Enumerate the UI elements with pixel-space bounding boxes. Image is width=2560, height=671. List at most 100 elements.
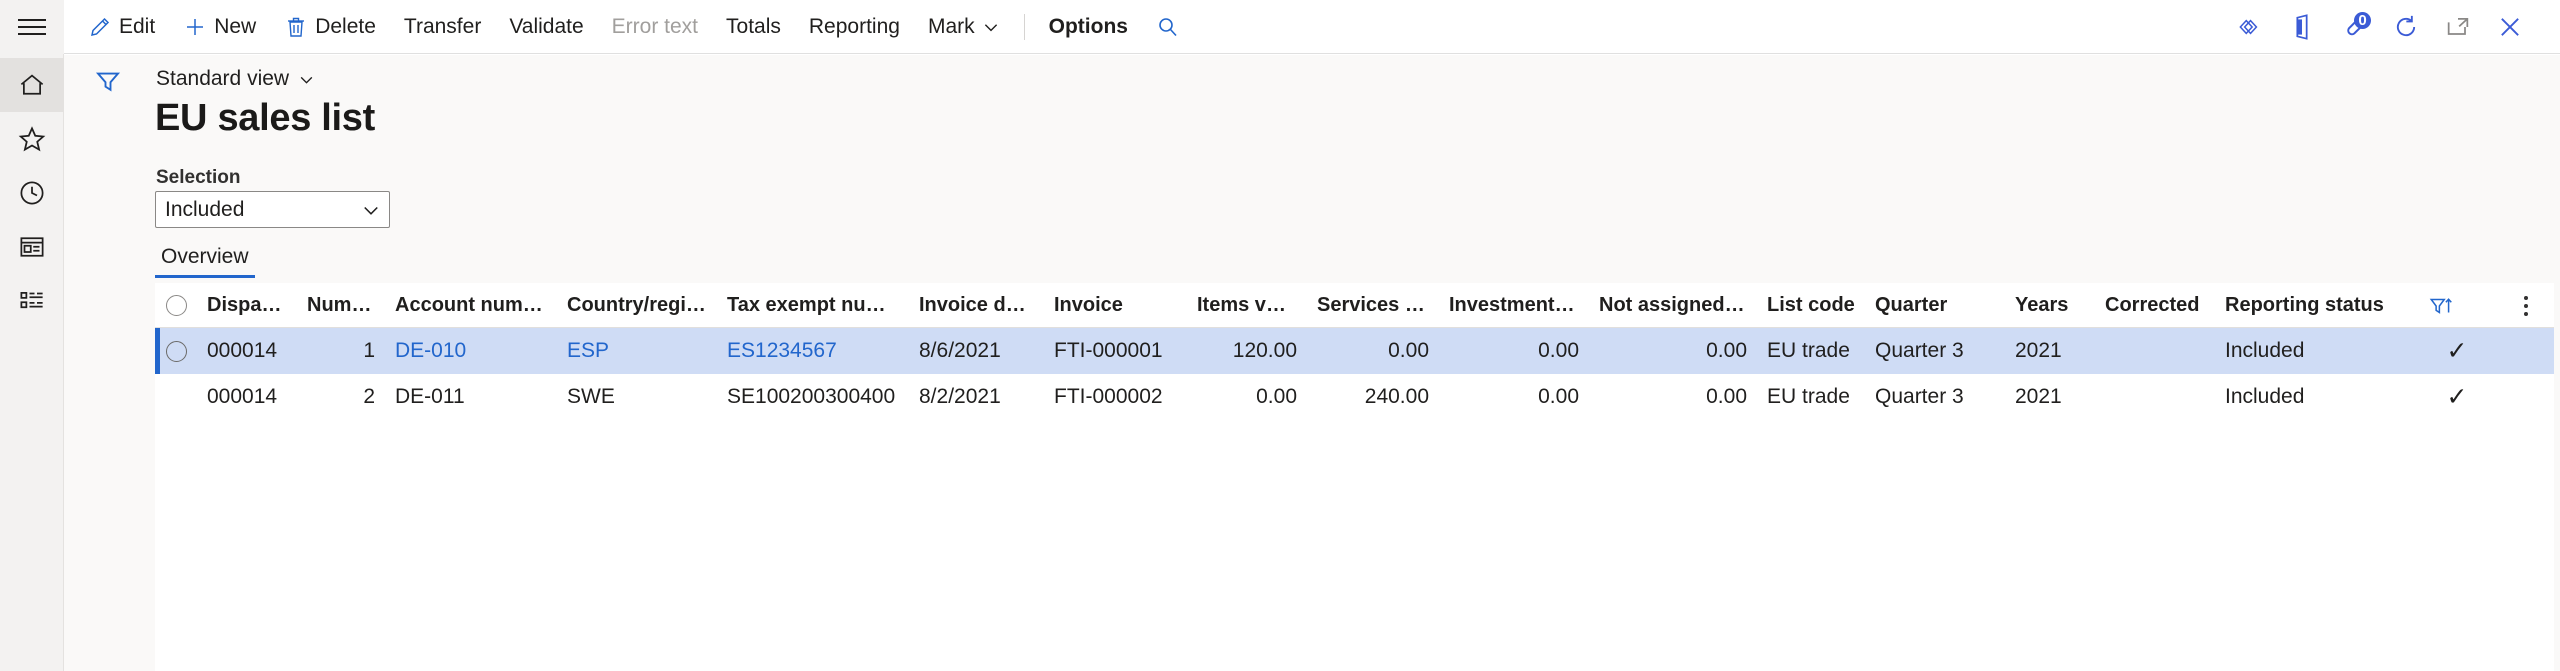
- plus-icon: [187, 18, 204, 35]
- column-header-label: Account number: [395, 294, 554, 316]
- column-header-country-region[interactable]: Country/region: [557, 294, 717, 317]
- popout-button[interactable]: [2434, 0, 2482, 54]
- column-header-label: Number: [307, 294, 383, 316]
- column-header-label: Services value: [1317, 294, 1439, 316]
- column-header-services-value[interactable]: Services value: [1307, 294, 1439, 317]
- rail-item-workspaces[interactable]: [0, 220, 64, 274]
- column-header-not-assigned-value[interactable]: Not assigned value: [1589, 294, 1757, 317]
- attachments-icon: 0: [2339, 11, 2371, 42]
- recent-icon: [20, 181, 43, 205]
- command-label: Transfer: [403, 14, 482, 38]
- cell-years: 2021: [2015, 385, 2062, 408]
- column-header-corrected[interactable]: Corrected: [2095, 294, 2215, 317]
- command-reporting[interactable]: Reporting: [795, 0, 914, 54]
- data-grid: Dispatch Number Account number Country/regi…: [155, 283, 2554, 671]
- grid-filter-sort-button[interactable]: [2428, 284, 2454, 328]
- column-header-reporting-status[interactable]: Reporting status: [2215, 294, 2402, 317]
- table-row[interactable]: 000014 2 DE-011 SWE SE100200300400 8/2/2021 FT…: [155, 374, 2554, 420]
- attachments-button[interactable]: 0: [2330, 0, 2378, 54]
- command-transfer[interactable]: Transfer: [390, 0, 495, 54]
- column-header-label: Invoice: [1054, 294, 1123, 316]
- rail-item-favorites[interactable]: [0, 112, 64, 166]
- command-bar: Edit New Delete Transfer Validate Error text T…: [0, 0, 2560, 54]
- command-delete[interactable]: Delete: [270, 0, 390, 54]
- pencil-icon: [91, 17, 110, 36]
- diamond-link-icon: [2239, 18, 2258, 35]
- tab-overview[interactable]: Overview: [155, 245, 255, 278]
- rail-item-modules[interactable]: [0, 274, 64, 328]
- column-header-dispatch[interactable]: Dispatch: [197, 294, 297, 317]
- column-header-label: Reporting status: [2225, 294, 2384, 316]
- search-button[interactable]: [1142, 0, 1194, 54]
- filter-icon: [95, 72, 121, 92]
- office-app-icon-button[interactable]: [2278, 0, 2326, 54]
- check-icon: ✓: [2446, 382, 2468, 411]
- cell-dispatch: 000014: [207, 339, 278, 362]
- row-select-cell[interactable]: [155, 340, 197, 362]
- nav-menu-button[interactable]: [0, 0, 64, 54]
- grid-scroll-area[interactable]: Dispatch Number Account number Country/regi…: [155, 284, 2554, 671]
- cell-tax-exempt-number: SE100200300400: [727, 385, 896, 408]
- command-options[interactable]: Options: [1035, 0, 1142, 54]
- filter-sort-icon: [2429, 298, 2452, 314]
- cell-account-number: DE-011: [395, 385, 465, 408]
- command-new[interactable]: New: [169, 0, 270, 54]
- cell-list-code: EU trade: [1767, 385, 1850, 408]
- filter-pane: [64, 55, 152, 671]
- close-button[interactable]: [2486, 0, 2534, 54]
- command-validate[interactable]: Validate: [495, 0, 597, 54]
- refresh-button[interactable]: [2382, 0, 2430, 54]
- column-header-label: Investment value: [1449, 294, 1589, 316]
- home-icon: [20, 74, 43, 95]
- command-label: Reporting: [808, 14, 900, 38]
- cell-not-assigned-value: 0.00: [1706, 339, 1747, 362]
- row-status-check: ✓: [2402, 382, 2512, 411]
- rail-item-recent[interactable]: [0, 166, 64, 220]
- view-selector-label: Standard view: [156, 67, 290, 90]
- cell-investment-value: 0.00: [1538, 385, 1579, 408]
- command-mark[interactable]: Mark: [914, 0, 1014, 54]
- cell-invoice: FTI-000002: [1054, 385, 1163, 408]
- command-label: Error text: [611, 14, 699, 38]
- column-header-list-code[interactable]: List code: [1757, 294, 1865, 317]
- hamburger-icon: [18, 17, 46, 37]
- cell-reporting-status: Included: [2225, 339, 2305, 362]
- view-selector[interactable]: Standard view: [156, 67, 315, 91]
- column-header-investment-value[interactable]: Investment value: [1439, 294, 1589, 317]
- command-label: Totals: [726, 14, 781, 38]
- chevron-down-icon: [364, 206, 378, 215]
- diamond-link-icon-button[interactable]: [2226, 0, 2274, 54]
- column-header-label: Years: [2015, 294, 2069, 316]
- grid-options-button[interactable]: [2524, 284, 2528, 328]
- column-header-tax-exempt-number[interactable]: Tax exempt number: [717, 294, 909, 317]
- command-totals[interactable]: Totals: [712, 0, 795, 54]
- cell-services-value: 240.00: [1364, 385, 1429, 408]
- column-header-account-number[interactable]: Account number: [385, 294, 557, 317]
- selection-dropdown[interactable]: Included: [155, 191, 390, 228]
- command-label: Delete: [315, 14, 376, 38]
- cell-invoice-date: 8/6/2021: [919, 339, 1001, 362]
- column-header-label: Corrected: [2105, 294, 2200, 316]
- select-all-cell[interactable]: [155, 295, 197, 316]
- column-header-years[interactable]: Years: [2005, 294, 2095, 317]
- column-header-number[interactable]: Number: [297, 294, 385, 317]
- rail-item-home[interactable]: [0, 58, 64, 112]
- column-header-label: List code: [1767, 294, 1855, 316]
- refresh-icon: [2396, 15, 2416, 36]
- search-icon: [1159, 17, 1177, 36]
- column-header-label: Not assigned value: [1599, 294, 1757, 316]
- column-header-invoice-date[interactable]: Invoice date: [909, 294, 1044, 317]
- page-title: EU sales list: [155, 97, 375, 139]
- office-app-icon: [2296, 13, 2308, 40]
- filter-button[interactable]: [90, 63, 126, 99]
- column-header-items-value[interactable]: Items value: [1187, 294, 1307, 317]
- command-edit[interactable]: Edit: [74, 0, 169, 54]
- column-header-invoice[interactable]: Invoice: [1044, 294, 1187, 317]
- cell-number: 1: [363, 339, 375, 362]
- column-header-quarter[interactable]: Quarter: [1865, 294, 2005, 317]
- column-header-label: Quarter: [1875, 294, 1948, 316]
- column-header-label: Tax exempt number: [727, 294, 909, 316]
- workspaces-icon: [20, 237, 43, 257]
- cell-items-value: 0.00: [1256, 385, 1297, 408]
- table-row[interactable]: 000014 1 DE-010 ESP ES1234567 8/6/2021 FTI-000…: [155, 328, 2554, 374]
